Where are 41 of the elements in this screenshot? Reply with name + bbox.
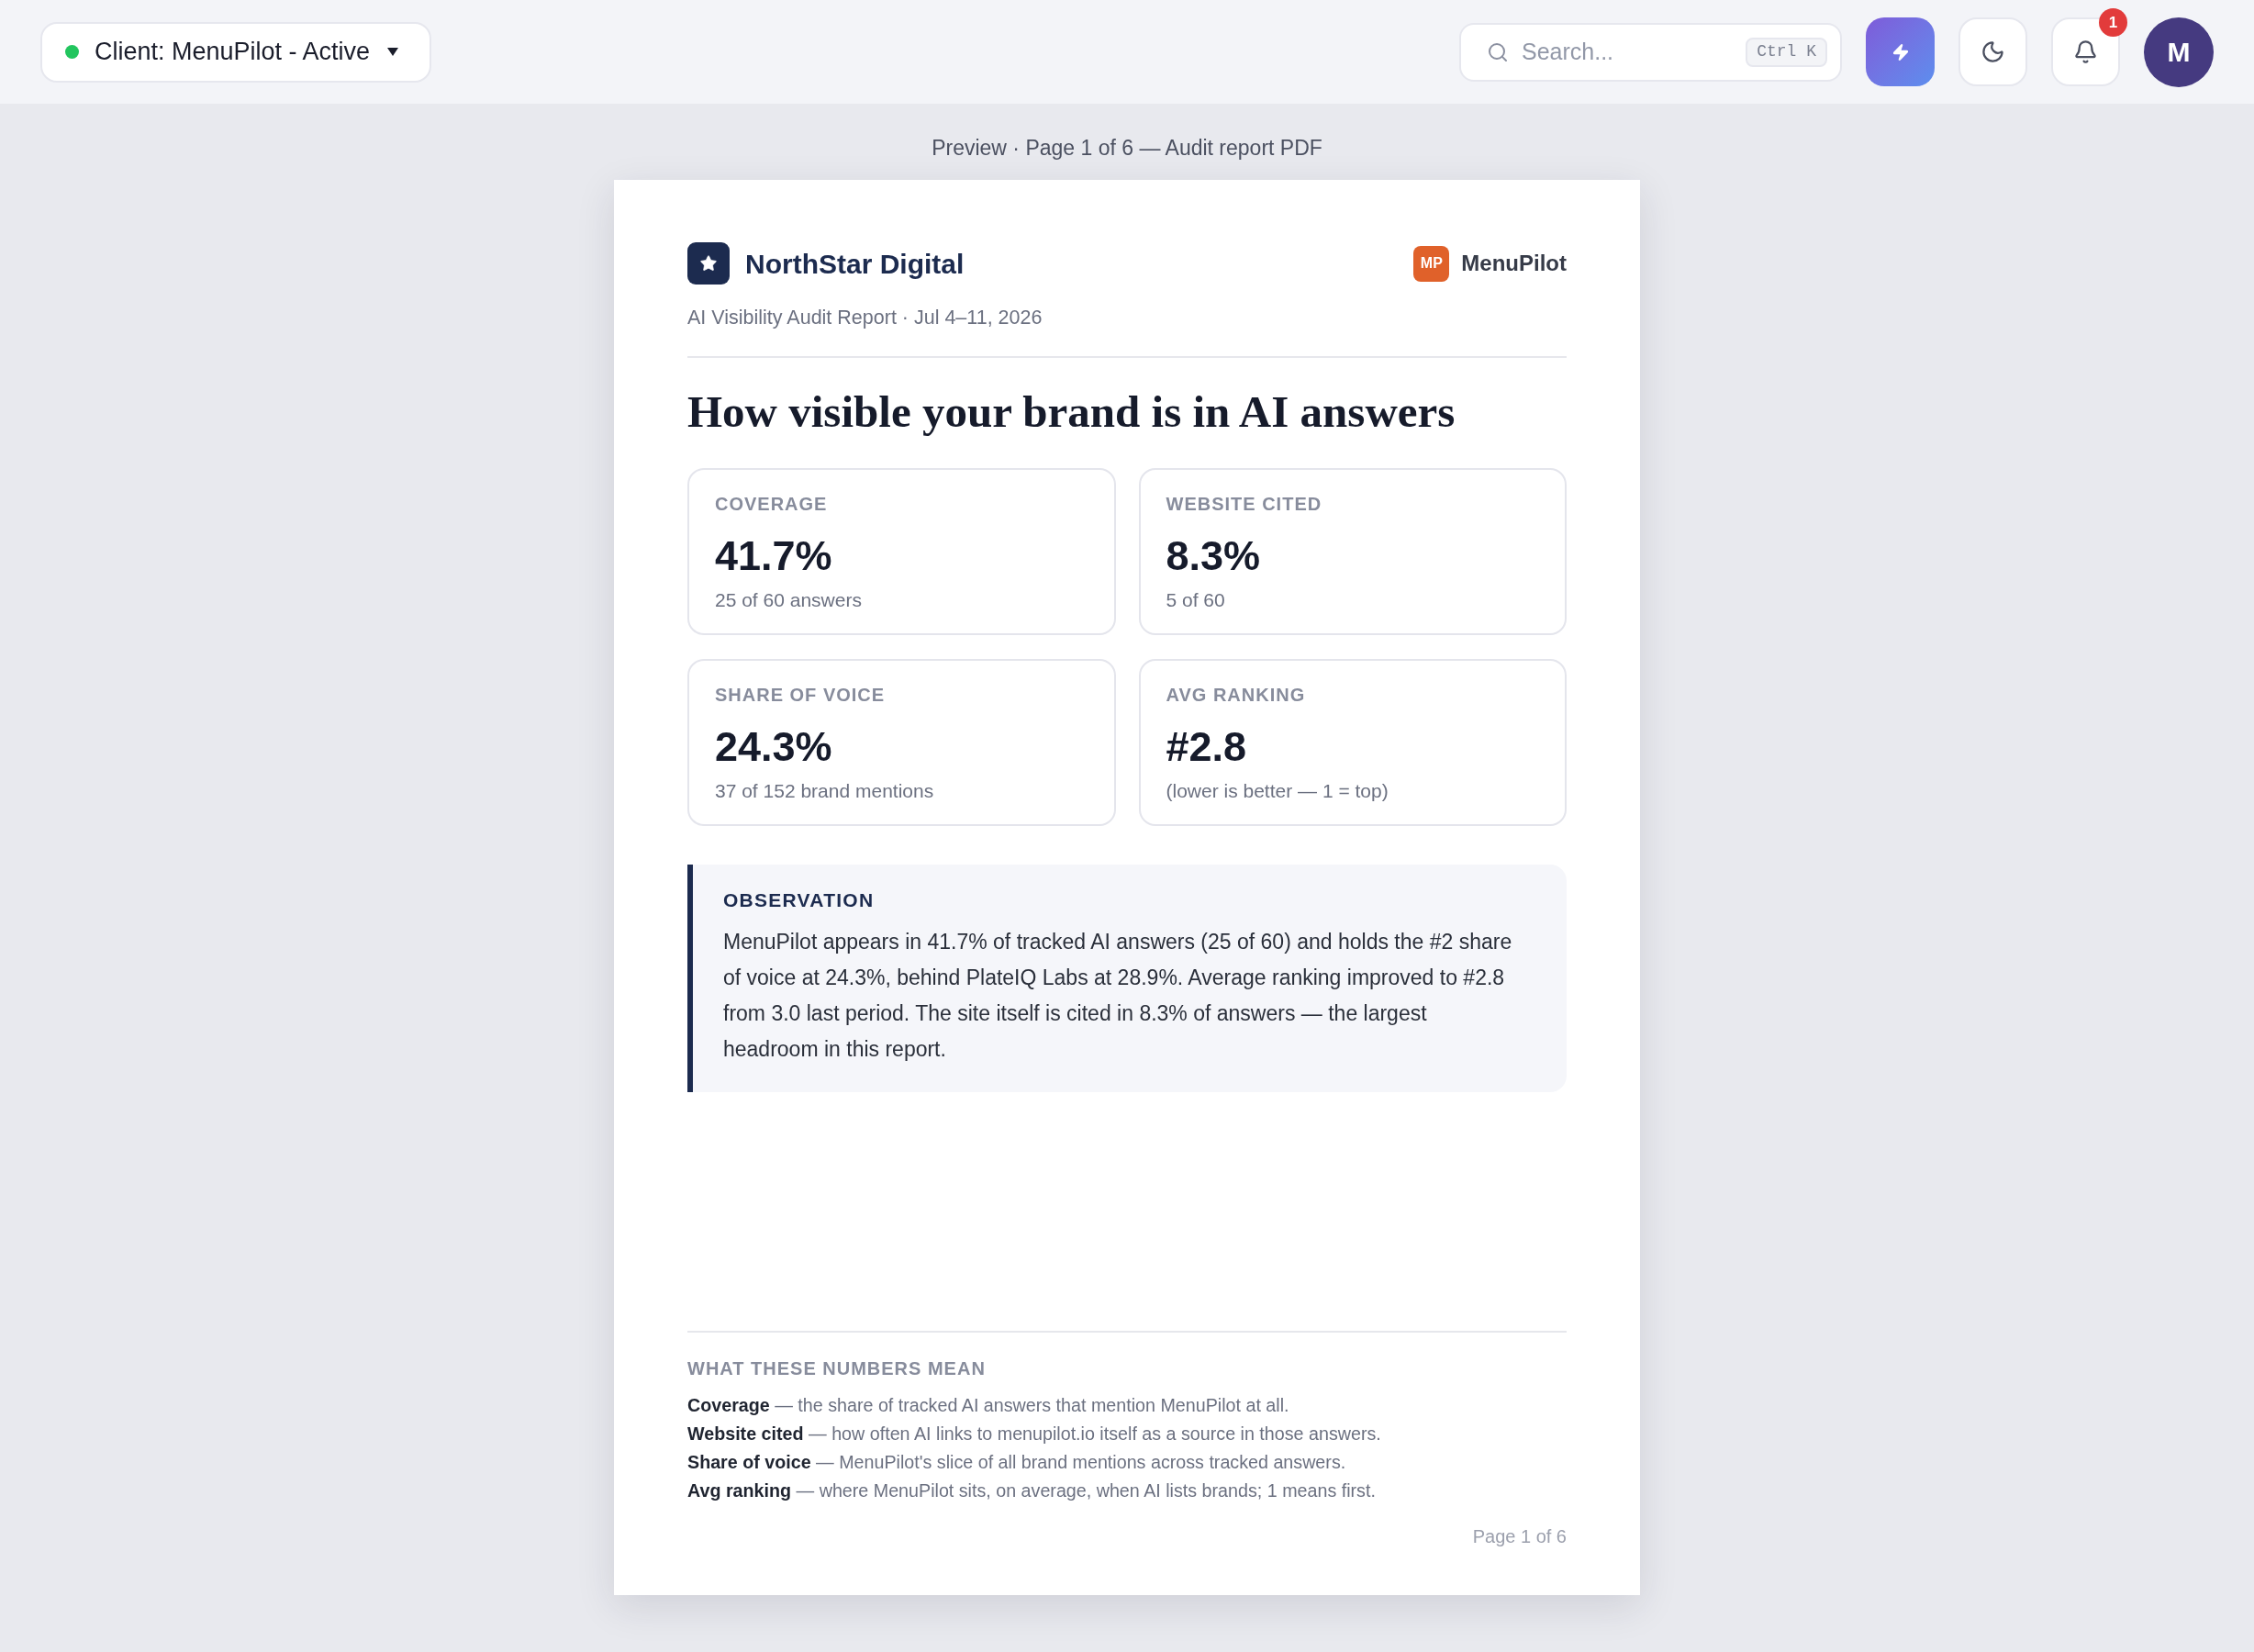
search-icon bbox=[1487, 40, 1509, 63]
glossary-title: WHAT THESE NUMBERS MEAN bbox=[687, 1357, 987, 1380]
glossary-definition: Avg ranking — where MenuPilot sits, on average, when AI lists brands; 1 means first. bbox=[687, 1479, 1377, 1502]
glossary-definition: Share of voice — MenuPilot's slice of all brand mentions across tracked answers. bbox=[687, 1451, 1347, 1474]
shortcut-key: Ctrl K bbox=[1746, 37, 1827, 67]
moon-icon bbox=[1981, 39, 2005, 64]
glossary-definition: Coverage — the share of tracked AI answers that mention MenuPilot at all. bbox=[687, 1394, 1290, 1417]
metric-label: COVERAGE bbox=[715, 493, 829, 516]
lightning-icon bbox=[1891, 42, 1910, 61]
caret-icon bbox=[387, 48, 399, 56]
search-bar[interactable]: Search... Ctrl K bbox=[1459, 22, 1842, 82]
notification-count-badge: 1 bbox=[2099, 8, 2127, 37]
theme-toggle-button[interactable] bbox=[1958, 17, 2027, 86]
metric-value: 24.3% bbox=[715, 723, 833, 771]
search-input[interactable]: Search... bbox=[1522, 34, 1734, 70]
star-logo-icon bbox=[687, 242, 730, 285]
metric-value: 41.7% bbox=[715, 532, 833, 580]
client-name: MenuPilot bbox=[1461, 250, 1567, 277]
report-heading: How visible your brand is in AI answers bbox=[687, 386, 1456, 438]
client-selector[interactable]: Client: MenuPilot - Active bbox=[40, 21, 432, 83]
bell-icon bbox=[2073, 39, 2098, 64]
metric-value: #2.8 bbox=[1166, 723, 1248, 771]
client-logo: MP bbox=[1413, 245, 1450, 282]
metric-detail: 5 of 60 bbox=[1166, 588, 1226, 612]
metric-detail: (lower is better — 1 = top) bbox=[1166, 779, 1389, 803]
metric-value: 8.3% bbox=[1166, 532, 1262, 580]
page-number: Page 1 of 6 bbox=[1472, 1525, 1567, 1548]
notifications-button[interactable] bbox=[2051, 17, 2120, 86]
quick-action-button[interactable] bbox=[1866, 17, 1935, 86]
metric-detail: 25 of 60 answers bbox=[715, 588, 863, 612]
metric-detail: 37 of 152 brand mentions bbox=[715, 779, 935, 803]
observation-text: MenuPilot appears in 41.7% of tracked AI answers (25 of 60) and holds the #2 share of voice at 24.3%, behind PlateIQ Labs at 28.9%. Average ranking improved to #2.8 from 3.0 last period. The site itself is cited in 8.3% of answers — the largest headroom in this report. bbox=[723, 929, 1513, 1063]
agency-name: NorthStar Digital bbox=[745, 247, 965, 281]
metric-label: AVG RANKING bbox=[1166, 684, 1307, 707]
preview-caption: Preview · Page 1 of 6 — Audit report PDF bbox=[932, 135, 1322, 162]
user-avatar[interactable]: M bbox=[2144, 17, 2214, 87]
metric-label: WEBSITE CITED bbox=[1166, 493, 1323, 516]
report-subtitle: AI Visibility Audit Report · Jul 4–11, 2026 bbox=[687, 306, 1043, 330]
metric-label: SHARE OF VOICE bbox=[715, 684, 887, 707]
glossary-definition: Website cited — how often AI links to menupilot.io itself as a source in those answers. bbox=[687, 1423, 1382, 1446]
observation-title: OBSERVATION bbox=[723, 888, 876, 912]
